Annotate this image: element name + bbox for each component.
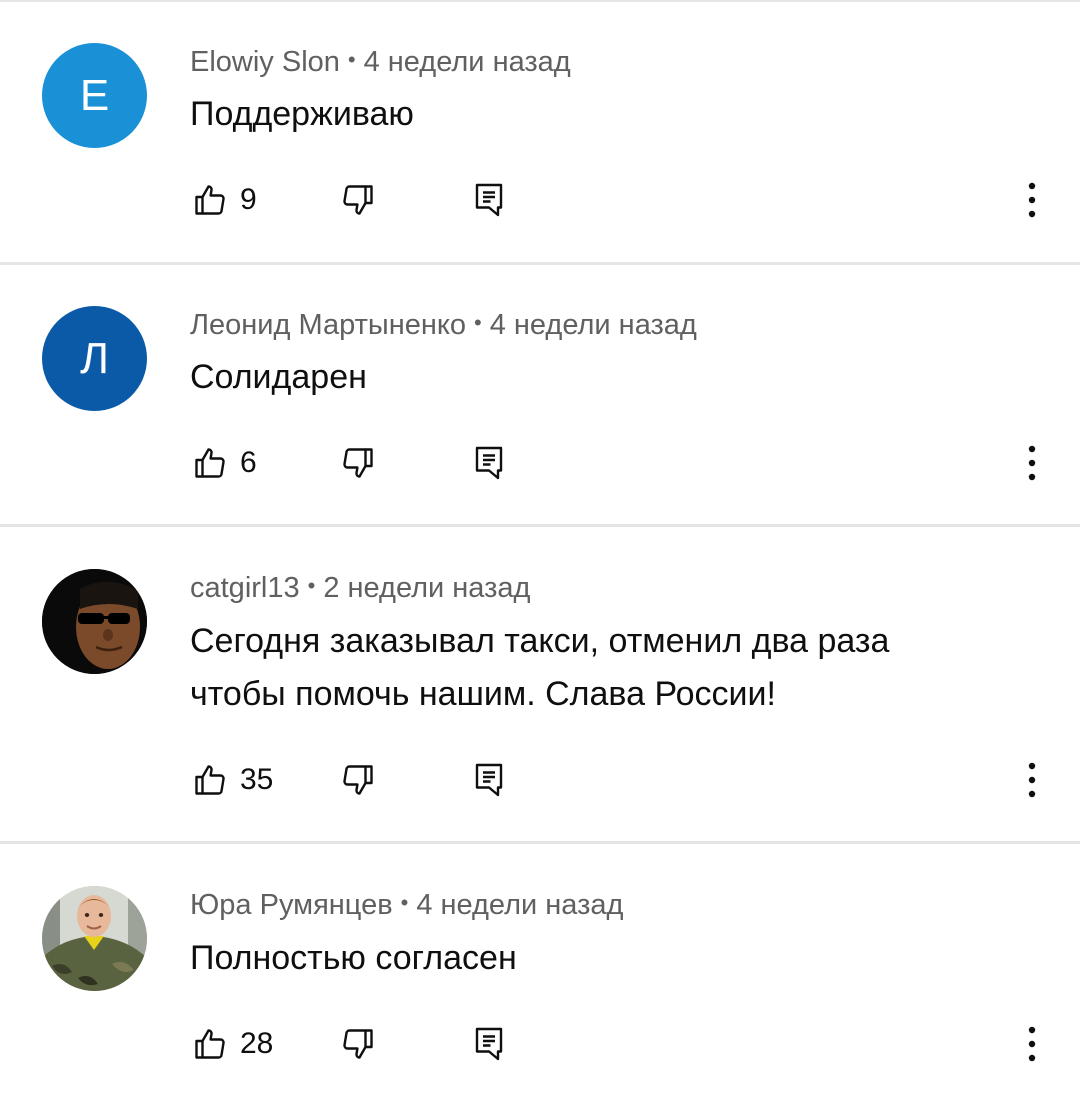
like-count: 35 [240,763,274,796]
reply-button[interactable] [472,180,506,220]
avatar[interactable]: Л [42,306,147,411]
comment-text: Сегодня заказывал такси, отменил два раз… [190,622,890,713]
like-count: 6 [240,446,257,479]
thumbs-down-icon [343,765,373,795]
comment-text: Полностью согласен [190,939,517,977]
comment-actions: 28 [0,1024,1080,1064]
like-button[interactable]: 35 [192,760,273,800]
meta-separator: • [400,890,409,915]
dislike-button[interactable] [340,443,376,483]
comment-time[interactable]: 4 недели назад [364,46,571,78]
like-button[interactable]: 6 [192,443,257,483]
dislike-button[interactable] [340,180,376,220]
dislike-button[interactable] [340,760,376,800]
thumbs-up-icon [195,765,225,795]
meta-separator: • [474,310,482,335]
like-button[interactable]: 9 [192,180,257,220]
reply-button[interactable] [472,1024,506,1064]
comment-item: Юра Румянцев • 4 недели назад Полностью со… [0,844,1080,1100]
comment-actions: 9 [0,180,1080,220]
meta-separator: • [347,47,356,72]
author-name[interactable]: Юра Румянцев [190,889,393,921]
more-vertical-icon [1028,445,1036,481]
like-button[interactable]: 28 [192,1024,273,1064]
comment-meta: Юра Румянцев • 4 недели назад [190,891,623,920]
author-name[interactable]: Elowiy Slon [190,46,340,78]
comment-text: Поддерживаю [190,95,414,133]
author-name[interactable]: Леонид Мартыненко [190,309,466,341]
avatar[interactable] [42,569,147,674]
more-actions-button[interactable] [1020,760,1044,800]
meta-separator: • [307,573,316,598]
avatar-letter: E [79,70,110,120]
reply-button[interactable] [472,443,506,483]
dislike-button[interactable] [340,1024,376,1064]
young-man-camo-avatar [42,886,147,991]
reply-button[interactable] [472,760,506,800]
man-with-sunglasses-avatar [42,569,147,674]
thumbs-down-icon [343,1029,373,1059]
like-count: 28 [240,1027,274,1060]
thumbs-down-icon [343,448,373,478]
more-actions-button[interactable] [1020,180,1044,220]
comment-actions: 35 [0,760,1080,800]
more-vertical-icon [1028,1026,1036,1062]
like-count: 9 [240,183,257,216]
reply-comment-icon [475,1027,503,1061]
comment-meta: Elowiy Slon • 4 недели назад [190,48,571,77]
author-name[interactable]: catgirl13 [190,572,300,604]
more-vertical-icon [1028,182,1036,218]
comment-meta: Леонид Мартыненко • 4 недели назад [190,311,697,340]
thumbs-up-icon [195,448,225,478]
comment-time[interactable]: 4 недели назад [416,889,623,921]
comment-meta: catgirl13 • 2 недели назад [190,574,530,603]
thumbs-up-icon [195,185,225,215]
comment-item: catgirl13 • 2 недели назад Сегодня заказыв… [0,527,1080,841]
comment-text: Солидарен [190,358,367,396]
comment-item: Л Леонид Мартыненко • 4 недели назад Солид… [0,265,1080,524]
avatar[interactable] [42,886,147,991]
more-vertical-icon [1028,762,1036,798]
comment-item: E Elowiy Slon • 4 недели назад Поддерживаю… [0,0,1080,262]
reply-comment-icon [475,446,503,480]
comment-time[interactable]: 4 недели назад [490,309,697,341]
avatar[interactable]: E [42,43,147,148]
comment-time[interactable]: 2 недели назад [323,572,530,604]
comment-actions: 6 [0,443,1080,483]
more-actions-button[interactable] [1020,1024,1044,1064]
thumbs-down-icon [343,185,373,215]
thumbs-up-icon [195,1029,225,1059]
avatar-letter: Л [80,333,109,383]
reply-comment-icon [475,183,503,217]
reply-comment-icon [475,763,503,797]
more-actions-button[interactable] [1020,443,1044,483]
